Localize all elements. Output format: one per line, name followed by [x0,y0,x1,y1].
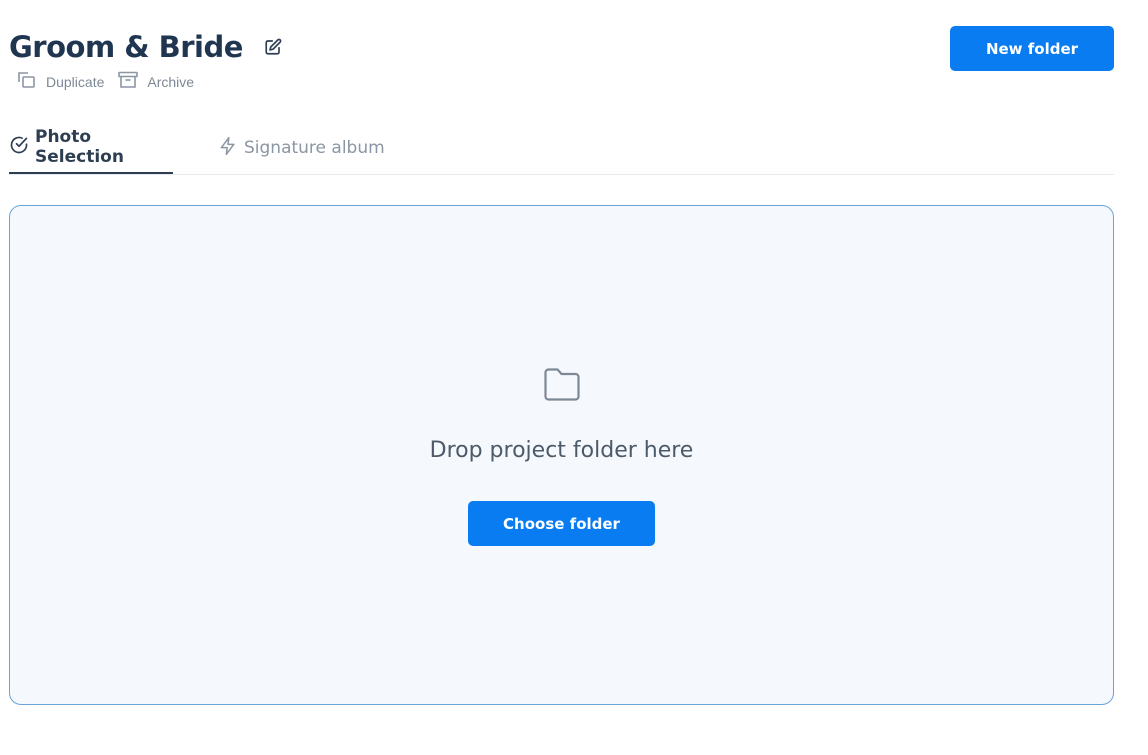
tab-photo-selection-label: Photo Selection [35,127,124,167]
folder-icon [543,366,581,402]
title-row: Groom & Bride [9,28,283,66]
tab-bar: Photo Selection Signature album [9,126,1114,175]
edit-icon[interactable] [263,37,283,57]
dropzone-text: Drop project folder here [429,438,694,463]
archive-label: Archive [147,73,195,90]
tab-photo-selection[interactable]: Photo Selection [9,126,173,174]
archive-icon [118,71,147,92]
check-circle-icon [9,135,35,160]
duplicate-label: Duplicate [46,73,105,90]
choose-folder-button[interactable]: Choose folder [468,501,655,546]
folder-dropzone[interactable]: Drop project folder here Choose folder [9,205,1114,705]
new-folder-button[interactable]: New folder [950,26,1114,71]
archive-button[interactable]: Archive [118,71,194,92]
tab-signature-album-label: Signature album [244,138,385,158]
duplicate-icon [17,71,46,92]
project-page: Groom & Bride Duplicate Archive New fold… [0,0,1148,755]
duplicate-button[interactable]: Duplicate [17,71,104,92]
lightning-icon [218,136,244,161]
tab-signature-album[interactable]: Signature album [218,126,385,174]
project-actions: Duplicate Archive [17,71,208,92]
page-title: Groom & Bride [9,30,243,64]
